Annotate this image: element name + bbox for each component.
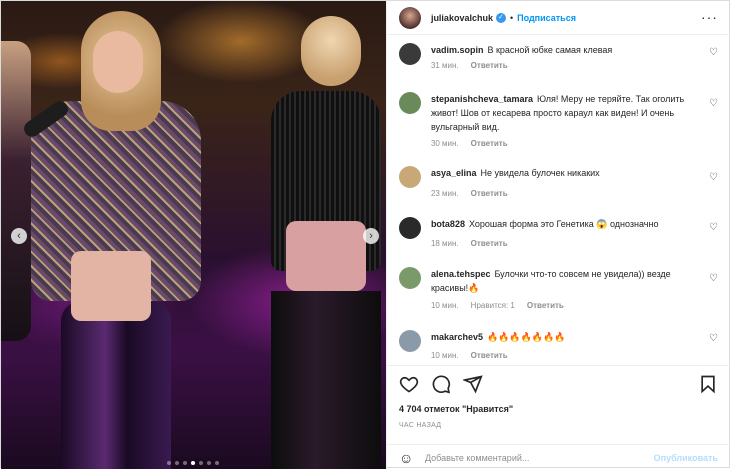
photo-singer-belly bbox=[71, 251, 151, 321]
comment-body: vadim.sopin В красной юбке самая клевая bbox=[431, 43, 703, 57]
photo-figure-back-head bbox=[301, 16, 361, 86]
comment-avatar[interactable] bbox=[398, 330, 421, 352]
comment-meta: 18 мин. Ответить bbox=[431, 239, 508, 248]
post-header: juliakovalchuk ✓ • Подписаться ··· bbox=[386, 1, 730, 35]
comment-time[interactable]: 31 мин. bbox=[431, 61, 459, 70]
comment-avatar[interactable] bbox=[398, 43, 421, 65]
reply-button[interactable]: Ответить bbox=[471, 239, 508, 248]
comment-username[interactable]: alena.tehspec bbox=[431, 269, 491, 279]
chevron-right-icon: › bbox=[369, 230, 373, 242]
like-comment-heart-icon[interactable]: ♡ bbox=[709, 274, 719, 284]
comment-avatar[interactable] bbox=[398, 166, 421, 188]
comment-form: ☺ Опубликовать bbox=[386, 444, 730, 470]
comment-meta: 30 мин. Ответить bbox=[431, 139, 508, 148]
comment-likes[interactable]: Нравится: 1 bbox=[471, 301, 515, 310]
header-separator: • bbox=[509, 12, 514, 23]
post-side-panel: juliakovalchuk ✓ • Подписаться ··· vadim… bbox=[385, 1, 730, 470]
carousel-dot bbox=[207, 461, 211, 465]
carousel-prev-button[interactable]: ‹ bbox=[11, 228, 27, 244]
heart-icon[interactable] bbox=[399, 374, 419, 394]
reply-button[interactable]: Ответить bbox=[471, 189, 508, 198]
post-container: ‹ › juliakovalchuk ✓ • Подписаться ··· v… bbox=[0, 0, 730, 470]
comment-body: asya_elina Не увидела булочек никаких bbox=[431, 166, 703, 180]
comment-body: bota828 Хорошая форма это Генетика 😱 одно… bbox=[431, 217, 703, 231]
comment-time[interactable]: 23 мин. bbox=[431, 189, 459, 198]
comment-time[interactable]: 18 мин. bbox=[431, 239, 459, 248]
comment-body: alena.tehspec Булочки что-то совсем не ув… bbox=[431, 267, 703, 295]
like-comment-heart-icon[interactable]: ♡ bbox=[709, 99, 719, 109]
comment-text: 🔥🔥🔥🔥🔥🔥🔥 bbox=[486, 332, 566, 342]
more-horizontal-icon[interactable]: ··· bbox=[701, 9, 718, 25]
chevron-left-icon: ‹ bbox=[17, 230, 21, 242]
comment-username[interactable]: vadim.sopin bbox=[431, 45, 484, 55]
carousel-dot bbox=[215, 461, 219, 465]
share-icon[interactable] bbox=[462, 374, 483, 394]
photo-singer-legs bbox=[61, 301, 171, 469]
comment-meta: 31 мин. Ответить bbox=[431, 61, 508, 70]
comment-text: Хорошая форма это Генетика 😱 однозначно bbox=[468, 219, 659, 229]
comment-body: stepanishcheva_tamara Юля! Меру не теряйт… bbox=[431, 92, 703, 134]
post-actions: 4 704 отметок "Нравится" ЧАС НАЗАД ☺ Опу… bbox=[386, 365, 730, 470]
carousel-dot bbox=[167, 461, 171, 465]
author-username[interactable]: juliakovalchuk bbox=[431, 13, 493, 23]
reply-button[interactable]: Ответить bbox=[527, 301, 564, 310]
carousel-dot bbox=[199, 461, 203, 465]
carousel-dot bbox=[175, 461, 179, 465]
carousel-next-button[interactable]: › bbox=[363, 228, 379, 244]
comment-username[interactable]: bota828 bbox=[431, 219, 465, 229]
comment-avatar[interactable] bbox=[398, 267, 421, 289]
like-comment-heart-icon[interactable]: ♡ bbox=[709, 173, 719, 183]
follow-button[interactable]: Подписаться bbox=[517, 13, 576, 23]
carousel-dot bbox=[183, 461, 187, 465]
post-photo[interactable]: ‹ › bbox=[1, 1, 386, 469]
comment-meta: 10 мин. Нравится: 1 Ответить bbox=[431, 301, 564, 310]
action-icons bbox=[399, 374, 483, 394]
comment-time[interactable]: 30 мин. bbox=[431, 139, 459, 148]
comment-text: В красной юбке самая клевая bbox=[487, 45, 613, 55]
comment-body: makarchev5 🔥🔥🔥🔥🔥🔥🔥 bbox=[431, 330, 703, 344]
comment-username[interactable]: asya_elina bbox=[431, 168, 477, 178]
carousel-dot bbox=[191, 461, 195, 465]
author-avatar[interactable] bbox=[398, 6, 421, 29]
comment-icon[interactable] bbox=[431, 374, 451, 394]
comment-username[interactable]: stepanishcheva_tamara bbox=[431, 94, 533, 104]
comment-time[interactable]: 10 мин. bbox=[431, 351, 459, 360]
post-time: ЧАС НАЗАД bbox=[398, 422, 442, 429]
carousel-dots bbox=[167, 461, 219, 465]
photo-figure-back-legs bbox=[271, 291, 381, 469]
like-comment-heart-icon[interactable]: ♡ bbox=[709, 48, 719, 58]
reply-button[interactable]: Ответить bbox=[471, 351, 508, 360]
comment-input[interactable] bbox=[424, 452, 654, 463]
reply-button[interactable]: Ответить bbox=[471, 61, 508, 70]
publish-button[interactable]: Опубликовать bbox=[654, 453, 718, 463]
verified-badge-icon: ✓ bbox=[495, 12, 506, 23]
photo-figure-left bbox=[1, 41, 31, 341]
likes-count[interactable]: 4 704 отметок "Нравится" bbox=[399, 404, 513, 414]
comment-time[interactable]: 10 мин. bbox=[431, 301, 459, 310]
photo-figure-back-belly bbox=[286, 221, 366, 291]
emoji-icon[interactable]: ☺ bbox=[399, 450, 419, 466]
reply-button[interactable]: Ответить bbox=[471, 139, 508, 148]
photo-singer-face bbox=[93, 31, 143, 93]
bookmark-icon[interactable] bbox=[698, 374, 718, 394]
comment-meta: 23 мин. Ответить bbox=[431, 189, 508, 198]
comment-meta: 10 мин. Ответить bbox=[431, 351, 508, 360]
comment-username[interactable]: makarchev5 bbox=[431, 332, 483, 342]
like-comment-heart-icon[interactable]: ♡ bbox=[709, 334, 719, 344]
comment-avatar[interactable] bbox=[398, 217, 421, 239]
comments-list: vadim.sopin В красной юбке самая клевая 31… bbox=[387, 35, 730, 365]
comment-avatar[interactable] bbox=[398, 92, 421, 114]
like-comment-heart-icon[interactable]: ♡ bbox=[709, 223, 719, 233]
comment-text: Не увидела булочек никаких bbox=[480, 168, 600, 178]
